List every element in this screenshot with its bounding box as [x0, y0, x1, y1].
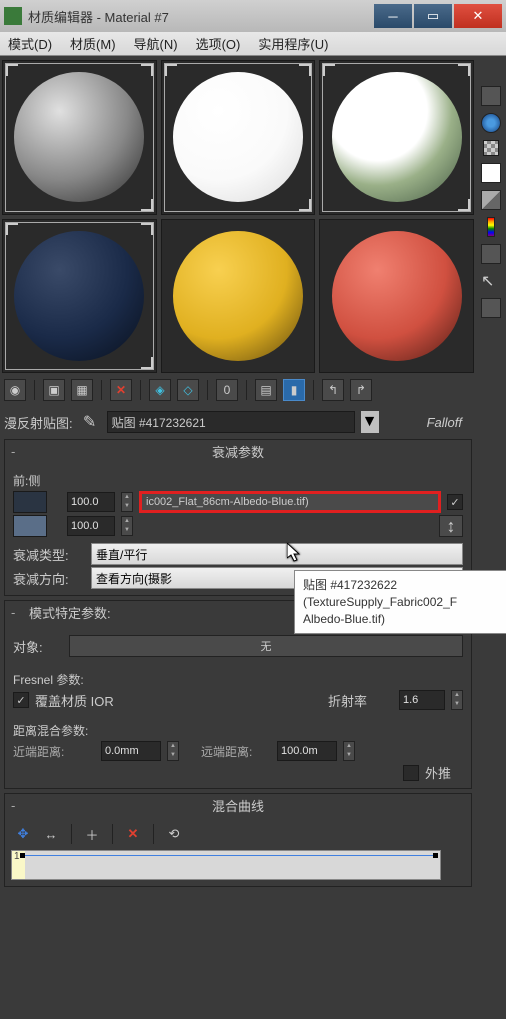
material-previews [2, 60, 474, 373]
mouse-cursor-icon [287, 543, 303, 568]
options-button[interactable] [481, 244, 501, 264]
menu-mode[interactable]: 模式(D) [8, 34, 52, 53]
near-label: 近端距离: [13, 743, 95, 760]
map-name-dropdown[interactable]: 贴图 #417232621 [107, 411, 355, 433]
curve-handle-icon[interactable] [20, 853, 25, 858]
menu-utilities[interactable]: 实用程序(U) [258, 34, 328, 53]
sample-uv-button[interactable] [481, 163, 501, 183]
ior-spinner[interactable]: 1.6 [399, 690, 445, 710]
assign-button[interactable]: ▦ [71, 379, 93, 401]
curve-graph[interactable]: 1 [11, 850, 441, 880]
mix-curve-rollout: - 混合曲线 ✥ ↔ ＋ ✕ ⟲ 1 [4, 793, 472, 887]
spinner-buttons[interactable]: ▲▼ [167, 741, 179, 761]
minimize-button[interactable]: ─ [374, 4, 412, 28]
object-pick-button[interactable]: 无 [69, 635, 463, 657]
background-button[interactable] [483, 140, 499, 156]
title-bar[interactable]: 材质编辑器 - Material #7 ─ ▭ ✕ [0, 0, 506, 32]
video-color-check-button[interactable] [481, 190, 501, 210]
reset-curve-button[interactable]: ⟲ [164, 824, 184, 844]
menu-navigate[interactable]: 导航(N) [134, 34, 178, 53]
make-preview-button[interactable] [487, 217, 495, 237]
get-material-button[interactable]: ◉ [4, 379, 26, 401]
curve-line [20, 855, 438, 856]
preview-slot-6[interactable] [319, 219, 474, 374]
sample-type-button[interactable] [481, 86, 501, 106]
rollout-header[interactable]: - 混合曲线 [5, 794, 471, 816]
spinner-buttons[interactable]: ▲▼ [451, 690, 463, 710]
sphere-icon [173, 231, 303, 361]
eyedropper-icon[interactable]: ✎ [79, 411, 101, 433]
extrapolate-label: 外推 [425, 763, 451, 782]
override-ior-checkbox[interactable]: ✓ [13, 692, 29, 708]
y-axis-label: 1 [14, 851, 20, 862]
map-slot-1[interactable]: ic002_Flat_86cm-Albedo-Blue.tif) [139, 491, 441, 513]
near-spinner[interactable]: 0.0mm [101, 741, 161, 761]
map-type-button[interactable]: Falloff [417, 413, 472, 432]
material-id-button[interactable]: 0 [216, 379, 238, 401]
close-button[interactable]: ✕ [454, 4, 502, 28]
value-spinner-1[interactable]: 100.0 [67, 492, 115, 512]
tooltip: 贴图 #417232622 (TextureSupply_Fabric002_F… [294, 570, 506, 634]
reset-button[interactable]: ✕ [110, 379, 132, 401]
value-spinner-2[interactable]: 100.0 [67, 516, 115, 536]
material-map-navigator-button[interactable] [481, 298, 501, 318]
distance-blend-label: 距离混合参数: [13, 722, 463, 739]
sphere-icon [332, 231, 462, 361]
side-toolbar [476, 56, 506, 1019]
maximize-button[interactable]: ▭ [414, 4, 452, 28]
scale-point-button[interactable]: ↔ [41, 824, 61, 844]
preview-slot-3[interactable] [319, 60, 474, 215]
preview-slot-2[interactable] [161, 60, 316, 215]
go-forward-button[interactable]: ↱ [350, 379, 372, 401]
extrapolate-checkbox[interactable] [403, 765, 419, 781]
far-spinner[interactable]: 100.0m [277, 741, 337, 761]
curve-handle-icon[interactable] [433, 853, 438, 858]
spinner-buttons[interactable]: ▲▼ [343, 741, 355, 761]
add-point-button[interactable]: ＋ [82, 824, 102, 844]
menu-material[interactable]: 材质(M) [70, 34, 116, 53]
map-enable-checkbox-1[interactable]: ✓ [447, 494, 463, 510]
object-label: 对象: [13, 637, 63, 656]
menu-bar: 模式(D) 材质(M) 导航(N) 选项(O) 实用程序(U) [0, 32, 506, 56]
color-swatch-2[interactable] [13, 515, 47, 537]
spinner-buttons[interactable]: ▲▼ [121, 516, 133, 536]
menu-options[interactable]: 选项(O) [196, 34, 241, 53]
diffuse-label: 漫反射贴图: [4, 413, 73, 432]
diffuse-map-row: 漫反射贴图: ✎ 贴图 #417232621 ▼ Falloff [2, 407, 474, 437]
falloff-type-select[interactable]: 垂直/平行 [91, 543, 463, 565]
go-to-parent-button[interactable]: ↰ [322, 379, 344, 401]
collapse-icon: - [11, 444, 15, 459]
app-icon [4, 7, 22, 25]
front-side-label: 前:侧 [13, 472, 463, 489]
fresnel-label: Fresnel 参数: [13, 671, 463, 688]
toolbar: ◉ ▣ ▦ ✕ ◈ ◇ 0 ▤ ▮ ↰ ↱ [2, 373, 474, 407]
show-end-result-button[interactable]: ▤ [255, 379, 277, 401]
put-to-library-button[interactable]: ◇ [177, 379, 199, 401]
material-editor-window: 材质编辑器 - Material #7 ─ ▭ ✕ 模式(D) 材质(M) 导航… [0, 0, 506, 1019]
swap-button[interactable]: ↕ [439, 515, 463, 537]
window-title: 材质编辑器 - Material #7 [28, 7, 374, 26]
collapse-icon: - [11, 798, 15, 813]
select-by-material-button[interactable] [481, 271, 501, 291]
preview-slot-5[interactable] [161, 219, 316, 374]
backlight-button[interactable] [481, 113, 501, 133]
collapse-icon: - [11, 605, 15, 620]
rollout-header[interactable]: - 衰减参数 [5, 440, 471, 462]
color-swatch-1[interactable] [13, 491, 47, 513]
falloff-type-label: 衰减类型: [13, 545, 85, 564]
preview-slot-1[interactable] [2, 60, 157, 215]
falloff-dir-label: 衰减方向: [13, 569, 85, 588]
preview-slot-4[interactable] [2, 219, 157, 374]
spinner-buttons[interactable]: ▲▼ [121, 492, 133, 512]
move-point-button[interactable]: ✥ [13, 824, 33, 844]
ior-label: 折射率 [328, 691, 367, 710]
show-map-button[interactable]: ▮ [283, 379, 305, 401]
override-ior-label: 覆盖材质 IOR [35, 691, 114, 710]
dropdown-arrow-icon[interactable]: ▼ [361, 411, 379, 433]
far-label: 远端距离: [201, 743, 271, 760]
curve-toolbar: ✥ ↔ ＋ ✕ ⟲ [9, 820, 467, 848]
put-to-scene-button[interactable]: ▣ [43, 379, 65, 401]
make-unique-button[interactable]: ◈ [149, 379, 171, 401]
delete-point-button[interactable]: ✕ [123, 824, 143, 844]
